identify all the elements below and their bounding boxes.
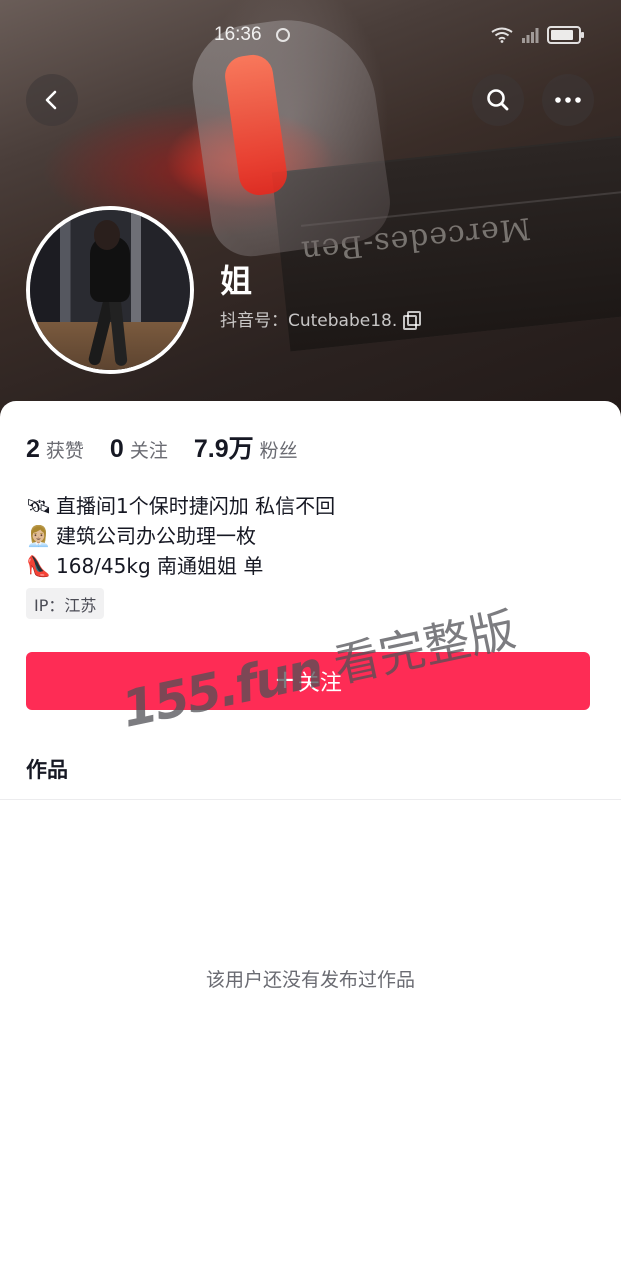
stat-likes-label: 获赞 [45, 440, 84, 462]
divider [0, 799, 621, 800]
more-icon [555, 97, 581, 103]
bio: 🛰 直播间1个保时捷闪加 私信不回 👩🏼‍💼 建筑公司办公助理一枚 👠 168/… [26, 491, 596, 581]
location-indicator-icon [276, 28, 290, 42]
status-icons [491, 26, 584, 44]
stat-following-value: 0 [109, 435, 124, 463]
tab-works[interactable]: 作品 [26, 754, 68, 784]
bio-line: 👩🏼‍💼 建筑公司办公助理一枚 [26, 521, 596, 551]
avatar-person-head [94, 220, 120, 250]
bio-text: 直播间1个保时捷闪加 私信不回 [56, 494, 336, 518]
stats-row: 2 获赞 0 关注 7.9万 粉丝 [26, 429, 298, 465]
profile-screen: Mercedes-Ben 16:36 姐 抖音号：Cutebabe18. 2 获… [0, 0, 621, 1280]
follow-button[interactable]: + 关注 [26, 652, 590, 710]
back-button[interactable] [26, 74, 78, 126]
satellite-icon: 🛰 [26, 494, 52, 518]
bio-line: 👠 168/45kg 南通姐姐 单 [26, 551, 596, 581]
stat-following-label: 关注 [129, 440, 168, 462]
bio-line: 🛰 直播间1个保时捷闪加 私信不回 [26, 491, 596, 521]
douyin-id-row[interactable]: 抖音号：Cutebabe18. [220, 306, 422, 331]
search-icon [487, 89, 509, 111]
high-heel-icon: 👠 [26, 554, 51, 578]
nickname: 姐 [220, 262, 253, 300]
back-arrow-icon [45, 90, 57, 110]
stat-followers-label: 粉丝 [259, 440, 298, 462]
follow-button-label: 关注 [297, 671, 342, 696]
signal-icon [522, 28, 539, 43]
wifi-icon [491, 27, 513, 43]
bio-text: 168/45kg 南通姐姐 单 [56, 554, 264, 578]
status-time: 16:36 [214, 24, 262, 45]
bio-text: 建筑公司办公助理一枚 [56, 524, 256, 548]
profile-card: 2 获赞 0 关注 7.9万 粉丝 🛰 直播间1个保时捷闪加 私信不回 👩🏼‍💼… [0, 401, 621, 1280]
avatar[interactable] [26, 206, 194, 374]
ip-location-tag: IP：江苏 [26, 588, 105, 619]
douyin-id: 抖音号：Cutebabe18. [220, 311, 398, 331]
stat-likes-value: 2 [26, 435, 40, 463]
plus-icon: + [274, 665, 296, 695]
search-button[interactable] [472, 74, 524, 126]
office-worker-icon: 👩🏼‍💼 [26, 524, 51, 548]
copy-icon[interactable] [403, 310, 422, 330]
empty-state-text: 该用户还没有发布过作品 [205, 969, 415, 991]
stat-followers[interactable]: 7.9万 粉丝 [194, 429, 298, 465]
more-button[interactable] [542, 74, 594, 126]
stat-following[interactable]: 0 关注 [110, 435, 168, 464]
battery-icon [547, 26, 584, 44]
stat-followers-value: 7.9万 [193, 435, 254, 463]
status-bar: 16:36 [0, 22, 621, 52]
stat-likes[interactable]: 2 获赞 [26, 435, 84, 464]
